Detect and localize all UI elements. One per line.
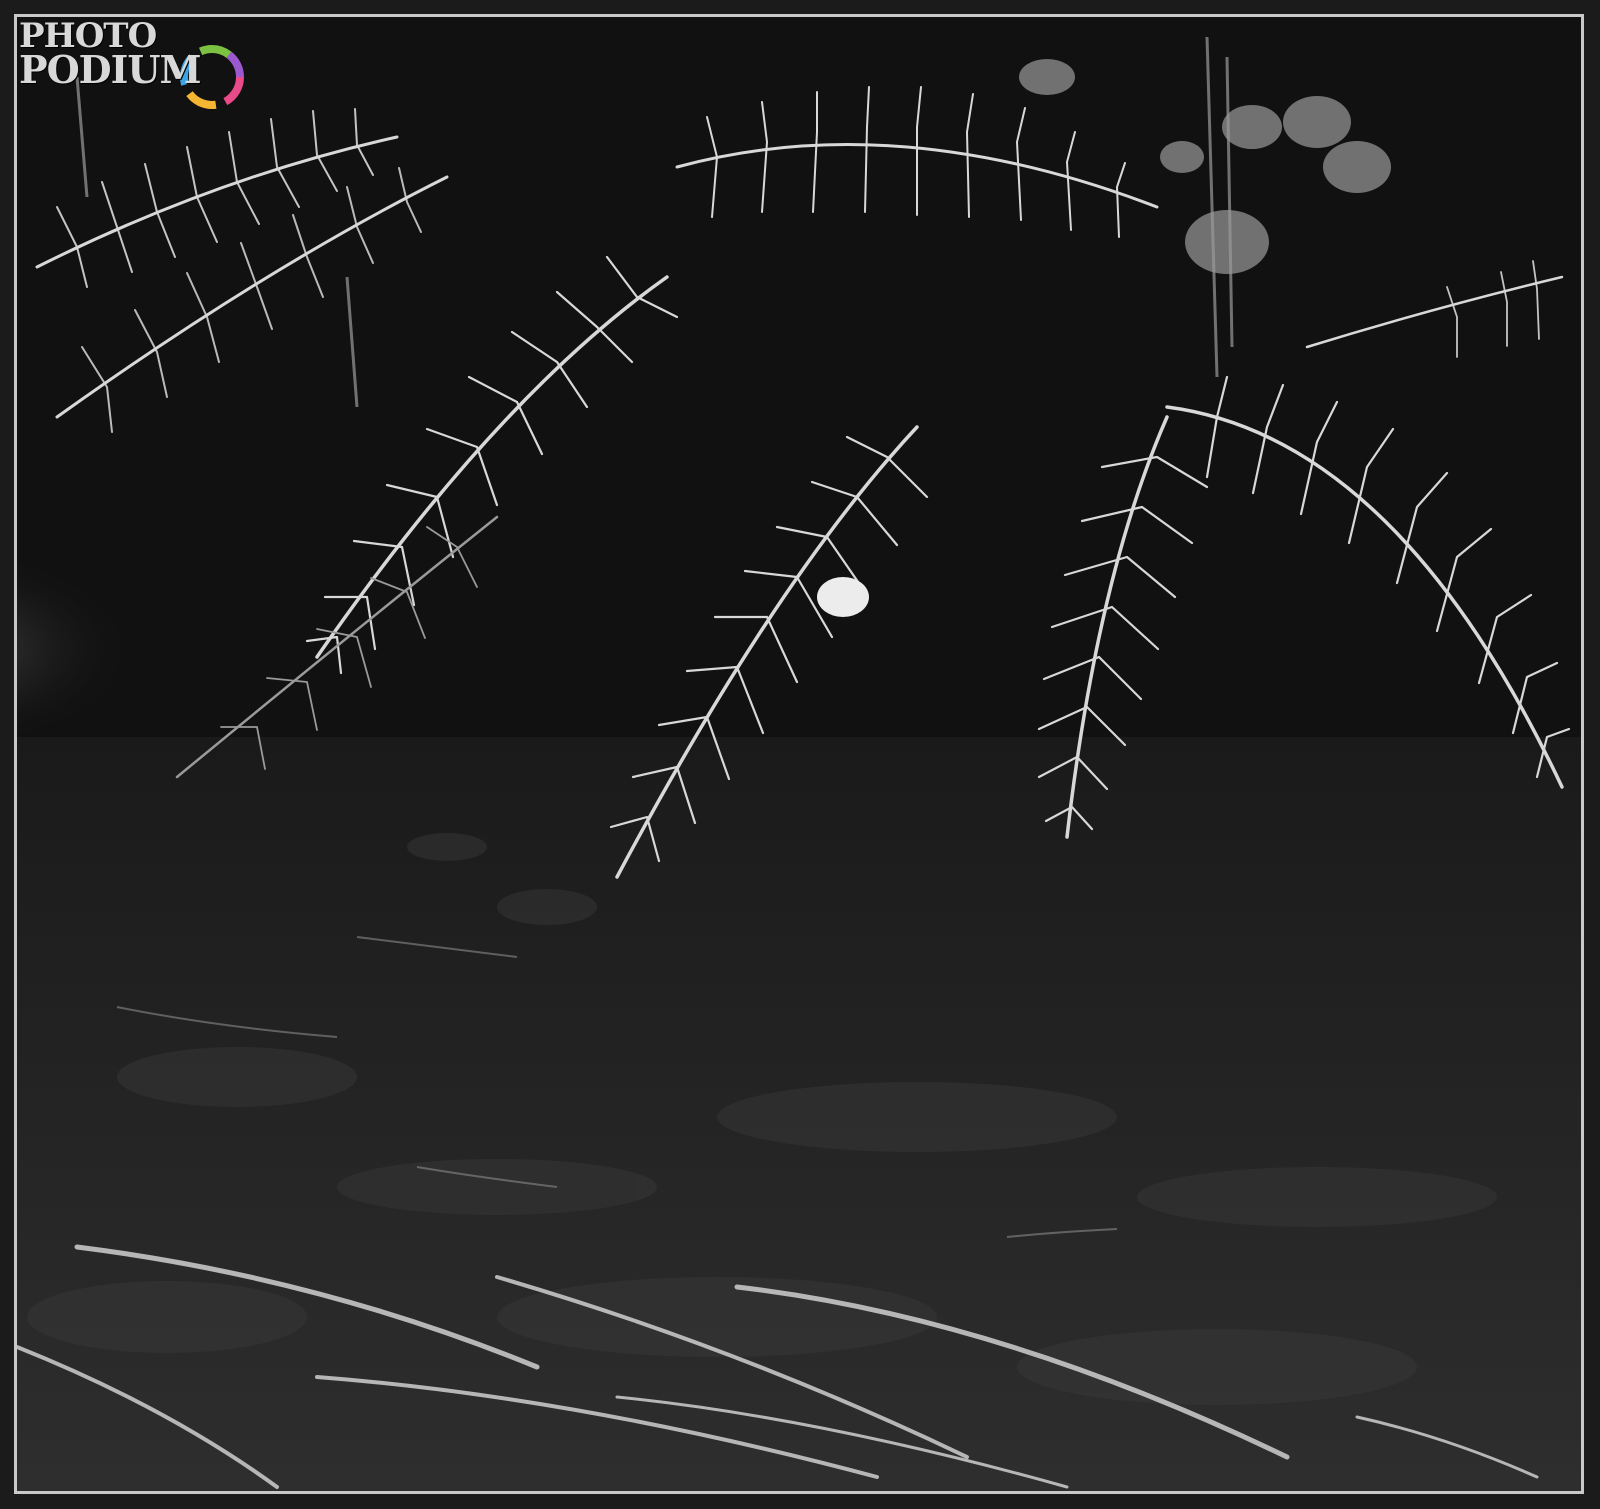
fern-stream-photo <box>17 17 1581 1491</box>
watermark-line2: PODIUM <box>19 47 202 92</box>
photo-frame: PHOTO PODIUM <box>0 0 1600 1509</box>
photo-border: PHOTO PODIUM <box>14 14 1584 1494</box>
photopodium-watermark: PHOTO PODIUM <box>17 17 267 127</box>
